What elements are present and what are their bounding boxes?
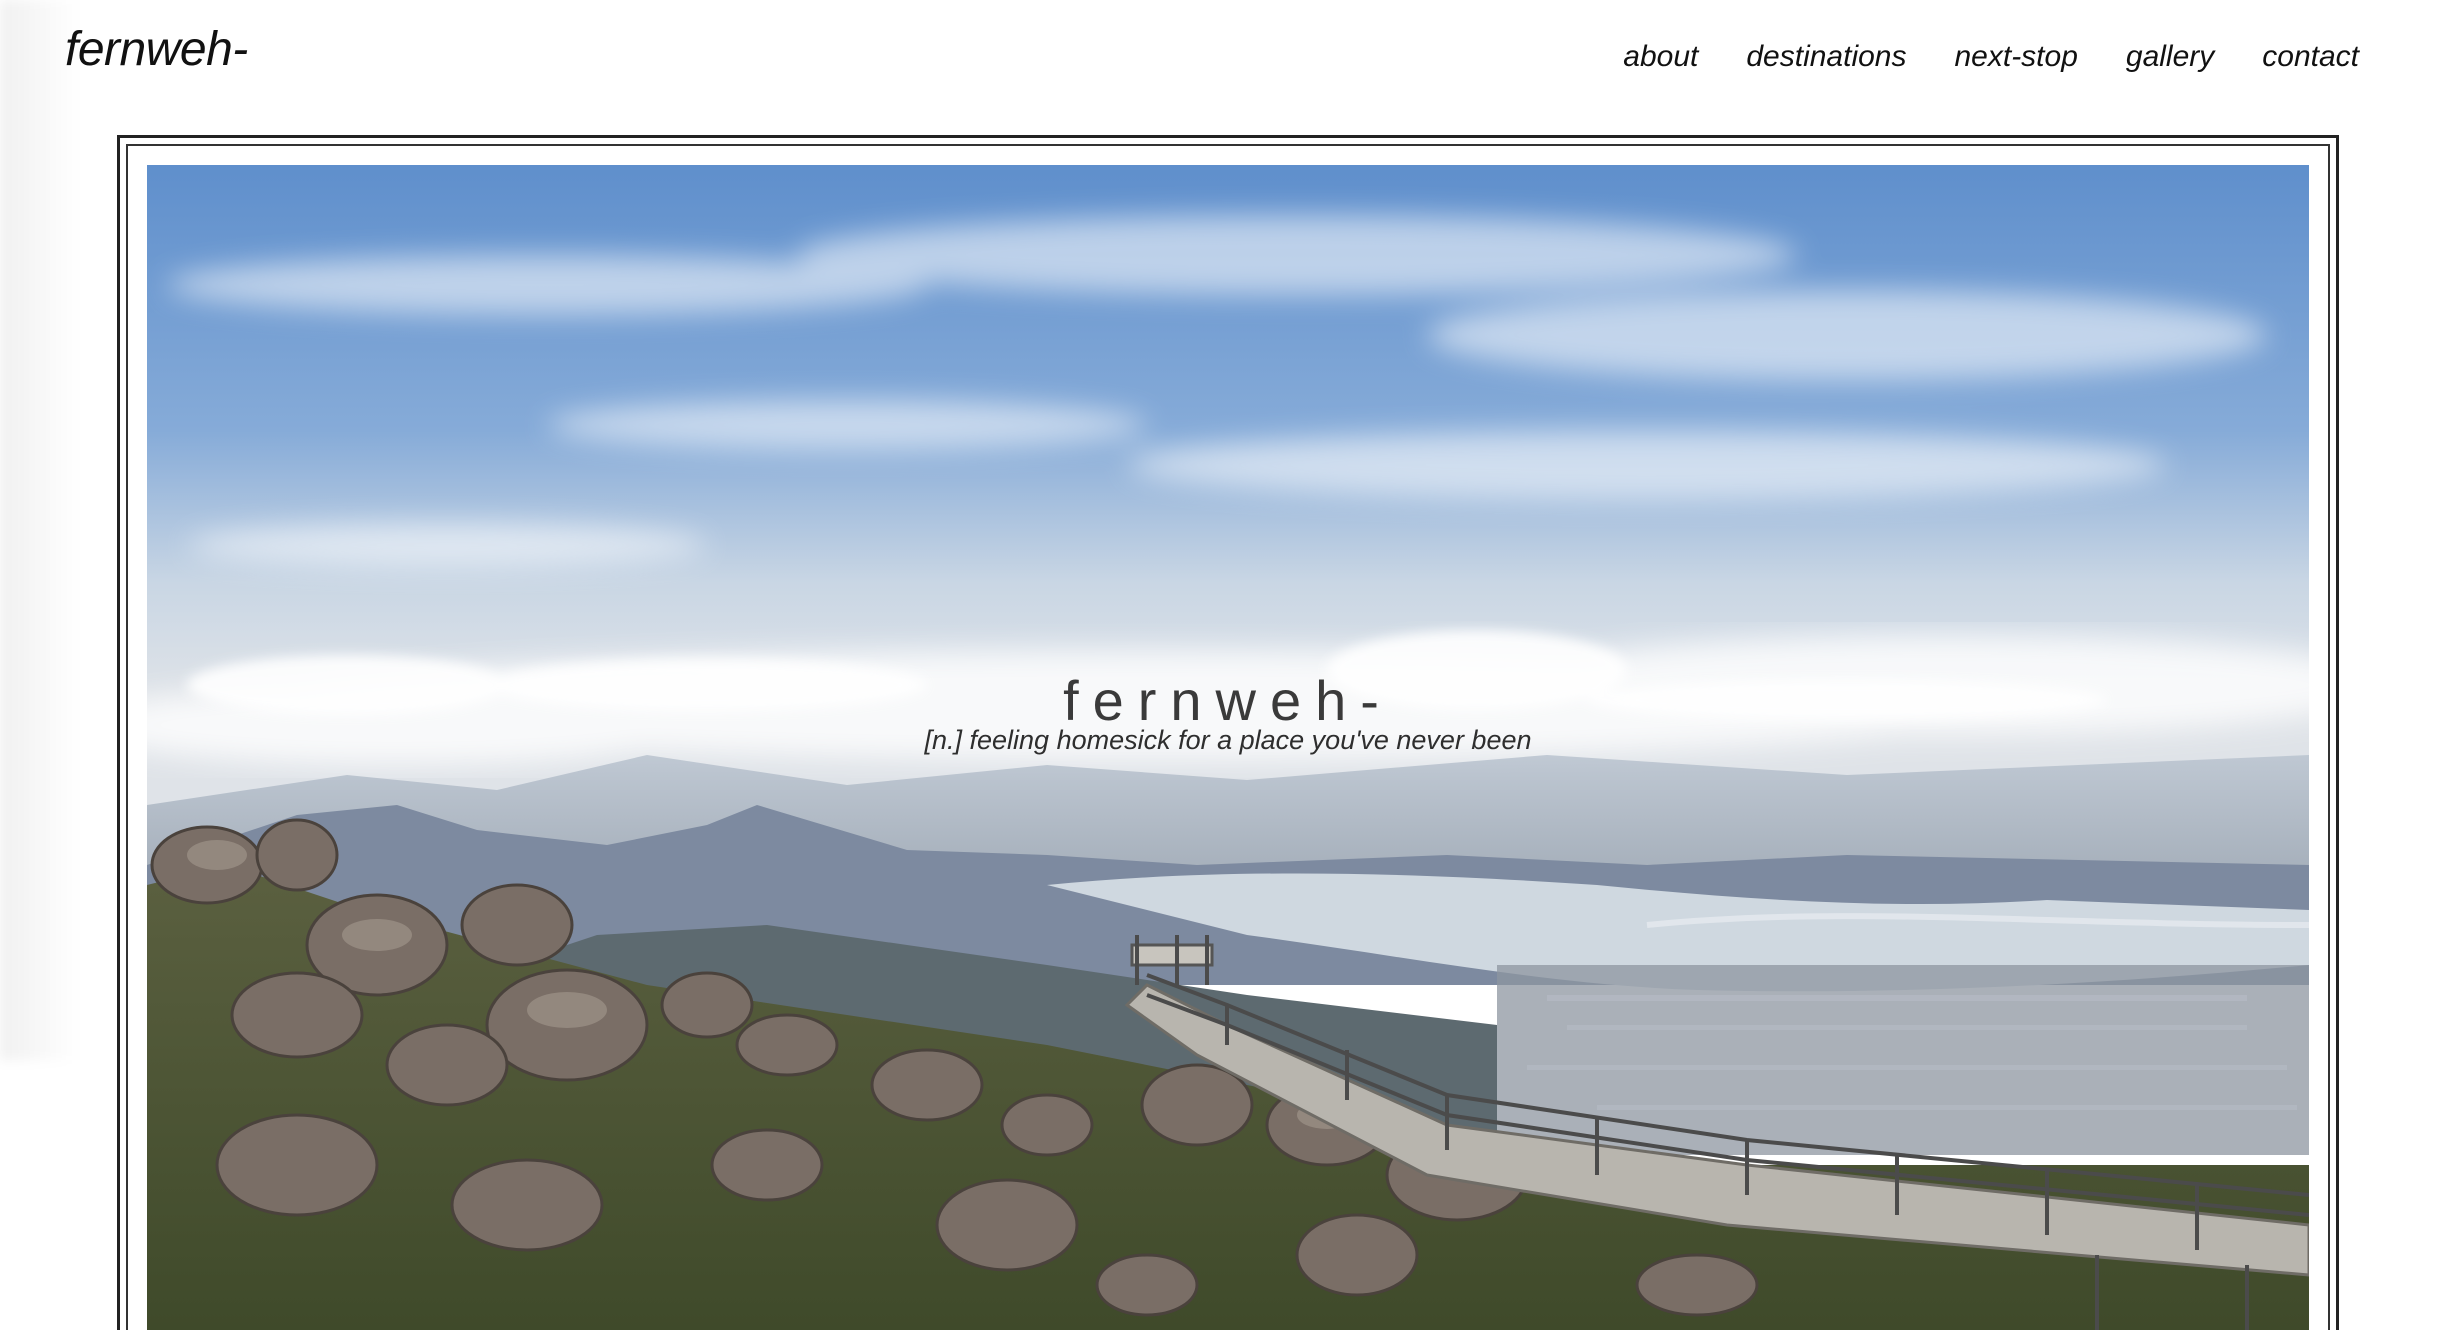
main-nav: about destinations next-stop gallery con… xyxy=(1623,40,2359,74)
site-header: fernweh- about destinations next-stop ga… xyxy=(0,0,2462,130)
hero-subtitle: [n.] feeling homesick for a place you've… xyxy=(924,725,1532,755)
nav-link-destinations[interactable]: destinations xyxy=(1746,40,1906,73)
nav-item-gallery: gallery xyxy=(2126,40,2214,74)
nav-link-about[interactable]: about xyxy=(1623,40,1698,73)
nav-link-gallery[interactable]: gallery xyxy=(2126,40,2214,73)
hero-section: fernweh- [n.] feeling homesick for a pla… xyxy=(147,165,2309,1330)
nav-item-contact: contact xyxy=(2262,40,2359,74)
page-edge-shadow xyxy=(0,0,80,1060)
nav-link-next-stop[interactable]: next-stop xyxy=(1954,40,2077,73)
nav-item-destinations: destinations xyxy=(1746,40,1906,74)
brand-logo-link[interactable]: fernweh- xyxy=(65,22,248,77)
nav-item-next-stop: next-stop xyxy=(1954,40,2077,74)
hero-title: fernweh- xyxy=(1063,668,1393,732)
nav-link-contact[interactable]: contact xyxy=(2262,40,2359,73)
nav-item-about: about xyxy=(1623,40,1698,74)
